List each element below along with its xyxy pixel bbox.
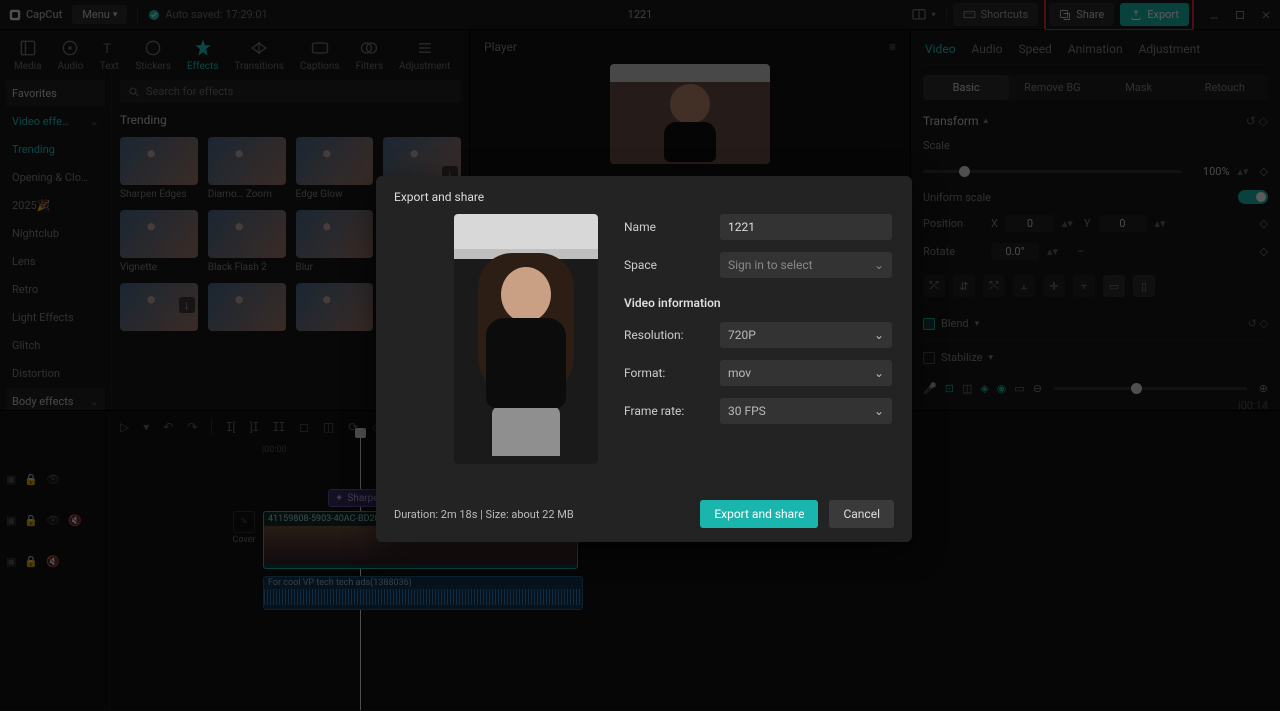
resolution-select[interactable]: 720P⌄ — [720, 322, 892, 348]
framerate-label: Frame rate: — [624, 404, 706, 418]
resolution-label: Resolution: — [624, 328, 706, 342]
chevron-down-icon: ⌄ — [874, 404, 884, 418]
format-label: Format: — [624, 366, 706, 380]
export-preview — [454, 214, 598, 464]
modal-title: Export and share — [394, 190, 894, 204]
space-label: Space — [624, 258, 706, 272]
cancel-button[interactable]: Cancel — [829, 500, 894, 528]
space-select[interactable]: Sign in to select⌄ — [720, 252, 892, 278]
export-duration-info: Duration: 2m 18s | Size: about 22 MB — [394, 508, 574, 521]
chevron-down-icon: ⌄ — [874, 366, 884, 380]
chevron-down-icon: ⌄ — [874, 258, 884, 272]
export-and-share-button[interactable]: Export and share — [700, 500, 818, 528]
name-input[interactable] — [720, 214, 892, 240]
framerate-select[interactable]: 30 FPS⌄ — [720, 398, 892, 424]
export-modal: Export and share Name Space Sign in to s… — [376, 176, 912, 542]
name-label: Name — [624, 220, 706, 234]
format-select[interactable]: mov⌄ — [720, 360, 892, 386]
chevron-down-icon: ⌄ — [874, 328, 884, 342]
video-info-heading: Video information — [624, 296, 892, 310]
